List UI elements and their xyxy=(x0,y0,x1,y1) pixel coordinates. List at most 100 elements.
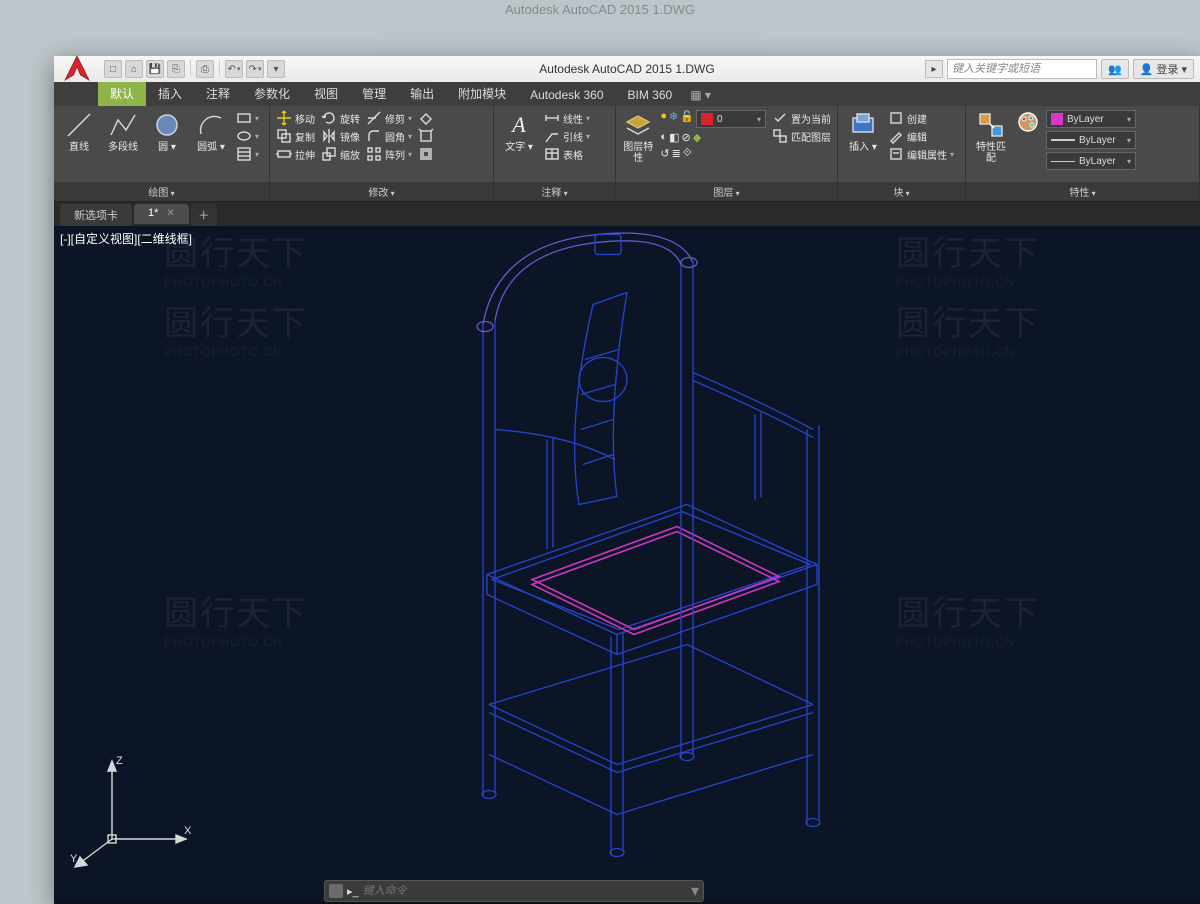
tab-output[interactable]: 输出 xyxy=(398,81,446,106)
axis-z-label: Z xyxy=(116,755,123,767)
tab-extra-icon[interactable]: ▦ ▾ xyxy=(684,84,717,106)
qat-save-icon[interactable]: 💾 xyxy=(146,60,164,78)
rotate-button[interactable]: 旋转 xyxy=(321,110,360,126)
ucs-icon: Z X Y xyxy=(72,759,192,874)
close-tab-icon[interactable]: ✕ xyxy=(166,208,174,219)
hatch-icon[interactable]: ▾ xyxy=(236,146,259,162)
login-button[interactable]: 👤 登录 ▾ xyxy=(1133,59,1194,79)
tab-param[interactable]: 参数化 xyxy=(242,81,302,106)
tab-new[interactable]: 新选项卡 xyxy=(60,204,132,226)
fillet-button[interactable]: 圆角▾ xyxy=(366,128,412,144)
chair-wireframe xyxy=(347,226,907,869)
panel-modify-title[interactable]: 修改 xyxy=(270,182,493,201)
tab-insert[interactable]: 插入 xyxy=(146,81,194,106)
panel-draw: 直线 多段线 圆 ▾ 圆弧 ▾ ▾ ▾ ▾ 绘图 xyxy=(54,106,270,201)
line-button[interactable]: 直线 xyxy=(60,110,98,153)
cmd-prompt-icon: ▸_ xyxy=(347,885,359,898)
tab-add-button[interactable]: ＋ xyxy=(191,204,217,226)
leader-button[interactable]: 引线▾ xyxy=(544,128,590,144)
quick-access-toolbar: □ ⌂ 💾 ⎘ ⎙ ↶ ↷ ▾ xyxy=(98,60,291,78)
qat-customize-icon[interactable]: ▾ xyxy=(267,60,285,78)
table-button[interactable]: 表格 xyxy=(544,146,590,162)
layer-state-icon[interactable]: ≣ xyxy=(672,147,681,160)
app-menu-button[interactable] xyxy=(58,49,96,87)
tab-default[interactable]: 默认 xyxy=(98,81,146,106)
qat-plot-icon[interactable]: ⎙ xyxy=(196,60,214,78)
ribbon: 直线 多段线 圆 ▾ 圆弧 ▾ ▾ ▾ ▾ 绘图 移动 复制 拉伸 xyxy=(54,106,1200,202)
layer-walk-icon[interactable]: ⟐ xyxy=(683,147,692,160)
stretch-button[interactable]: 拉伸 xyxy=(276,146,315,162)
mirror-button[interactable]: 镜像 xyxy=(321,128,360,144)
linetype-combo[interactable]: ByLayer xyxy=(1046,152,1136,170)
layer-combo[interactable]: 0 xyxy=(696,110,766,128)
offset-icon[interactable] xyxy=(418,146,434,162)
layer-iso-icon[interactable]: ◧ xyxy=(669,131,679,144)
title-bar: □ ⌂ 💾 ⎘ ⎙ ↶ ↷ ▾ Autodesk AutoCAD 2015 1.… xyxy=(54,56,1200,82)
palette-icon[interactable] xyxy=(1016,110,1040,134)
arc-button[interactable]: 圆弧 ▾ xyxy=(192,110,230,153)
tab-plugins[interactable]: 附加模块 xyxy=(446,81,518,106)
rectangle-icon[interactable]: ▾ xyxy=(236,110,259,126)
search-input[interactable]: 键入关键字或短语 xyxy=(947,59,1097,79)
cmd-dropdown-icon[interactable]: ▾ xyxy=(691,881,699,901)
panel-modify: 移动 复制 拉伸 旋转 镜像 缩放 修剪▾ 圆角▾ 阵列▾ xyxy=(270,106,494,201)
lineweight-combo[interactable]: ByLayer xyxy=(1046,131,1136,149)
tab-view[interactable]: 视图 xyxy=(302,81,350,106)
command-input[interactable] xyxy=(363,885,687,897)
viewport-label[interactable]: [-][自定义视图][二维线框] xyxy=(60,230,192,247)
block-create-button[interactable]: 创建 xyxy=(888,110,954,126)
copy-button[interactable]: 复制 xyxy=(276,128,315,144)
panel-annotate-title[interactable]: 注释 xyxy=(494,182,615,201)
polyline-button[interactable]: 多段线 xyxy=(104,110,142,153)
circle-button[interactable]: 圆 ▾ xyxy=(148,110,186,153)
layer-off-icon[interactable]: ◐ xyxy=(660,131,667,144)
trim-button[interactable]: 修剪▾ xyxy=(366,110,412,126)
linear-dim-button[interactable]: 线性▾ xyxy=(544,110,590,126)
ribbon-tabstrip: 默认 插入 注释 参数化 视图 管理 输出 附加模块 Autodesk 360 … xyxy=(54,82,1200,106)
outer-title: Autodesk AutoCAD 2015 1.DWG xyxy=(0,2,1200,17)
qat-open-icon[interactable]: ⌂ xyxy=(125,60,143,78)
model-viewport[interactable]: [-][自定义视图][二维线框] 圆行天下PHOTOPHOTO.CN 圆行天下P… xyxy=(54,226,1200,902)
text-button[interactable]: A文字 ▾ xyxy=(500,110,538,153)
layer-freeze-icon[interactable]: ❄ xyxy=(669,110,678,128)
layer-on-icon[interactable]: ◆ xyxy=(693,131,701,144)
panel-properties: 特性匹配 ByLayer ByLayer ByLayer 特性 xyxy=(966,106,1200,201)
scale-button[interactable]: 缩放 xyxy=(321,146,360,162)
panel-draw-title[interactable]: 绘图 xyxy=(54,182,269,201)
layer-prev-icon[interactable]: ↺ xyxy=(660,147,669,160)
login-label: 👤 登录 ▾ xyxy=(1140,61,1187,77)
move-button[interactable]: 移动 xyxy=(276,110,315,126)
tab-a360[interactable]: Autodesk 360 xyxy=(518,84,615,106)
tab-manage[interactable]: 管理 xyxy=(350,81,398,106)
signin-button[interactable]: 👥 xyxy=(1101,59,1129,79)
erase-icon[interactable] xyxy=(418,110,434,126)
set-current-button[interactable]: 置为当前 xyxy=(772,110,831,126)
color-combo[interactable]: ByLayer xyxy=(1046,110,1136,128)
array-button[interactable]: 阵列▾ xyxy=(366,146,412,162)
qat-undo-icon[interactable]: ↶ xyxy=(225,60,243,78)
axis-y-label: Y xyxy=(70,853,77,865)
block-insert-button[interactable]: 插入 ▾ xyxy=(844,110,882,153)
qat-new-icon[interactable]: □ xyxy=(104,60,122,78)
tab-annotate[interactable]: 注释 xyxy=(194,81,242,106)
command-line[interactable]: ▸_ ▾ xyxy=(324,880,704,902)
cmd-history-icon[interactable] xyxy=(329,884,343,898)
tab-file-1[interactable]: 1*✕ xyxy=(134,204,189,226)
block-attr-button[interactable]: 编辑属性▾ xyxy=(888,146,954,162)
match-props-button[interactable]: 特性匹配 xyxy=(972,110,1010,164)
panel-layers-title[interactable]: 图层 xyxy=(616,182,837,201)
qat-redo-icon[interactable]: ↷ xyxy=(246,60,264,78)
explode-icon[interactable] xyxy=(418,128,434,144)
match-layer-button[interactable]: 匹配图层 xyxy=(772,128,831,144)
layer-lock-icon[interactable]: 🔓 xyxy=(680,110,694,128)
layer-properties-button[interactable]: 图层特性 xyxy=(622,110,654,164)
layer-del-icon[interactable]: ⊘ xyxy=(681,131,690,144)
info-center-arrow-icon[interactable]: ▸ xyxy=(925,60,943,78)
layer-bulb-icon[interactable]: ● xyxy=(660,110,667,128)
ellipse-icon[interactable]: ▾ xyxy=(236,128,259,144)
tab-bim360[interactable]: BIM 360 xyxy=(616,84,685,106)
qat-saveas-icon[interactable]: ⎘ xyxy=(167,60,185,78)
block-edit-button[interactable]: 编辑 xyxy=(888,128,954,144)
panel-props-title[interactable]: 特性 xyxy=(966,182,1199,201)
panel-block-title[interactable]: 块 xyxy=(838,182,965,201)
